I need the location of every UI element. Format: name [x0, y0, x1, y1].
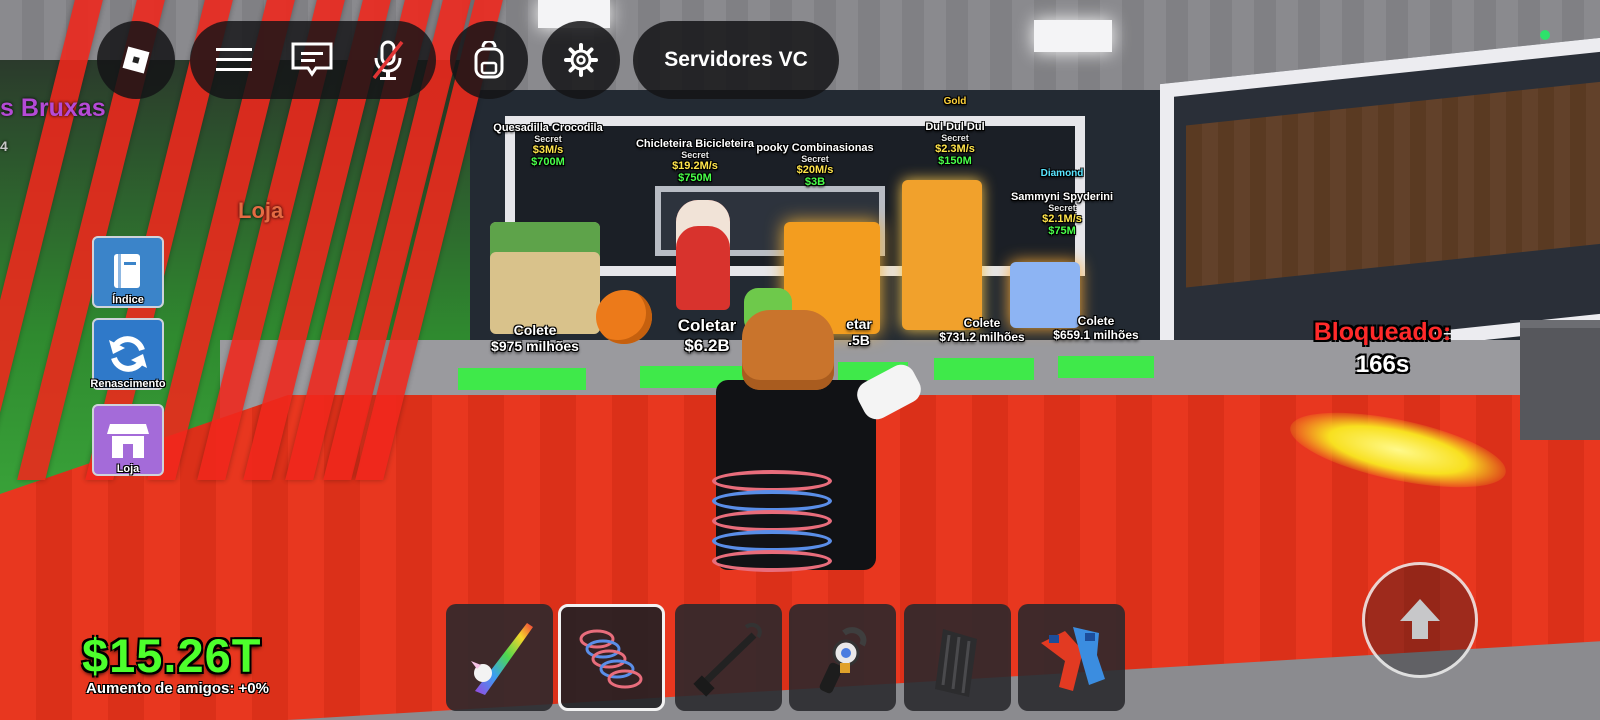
collect-pad[interactable] — [934, 358, 1034, 380]
collect-plate[interactable]: Colete $731.2 milhões — [922, 316, 1042, 344]
shop-label: Loja — [116, 463, 140, 475]
coil-ring — [712, 550, 832, 572]
jump-button[interactable] — [1362, 562, 1478, 678]
collect-plate[interactable]: Coletar $6.2B — [652, 316, 762, 356]
base-lock-timer: Bloqueado: 166s — [1313, 318, 1452, 378]
collect-pad[interactable] — [1058, 356, 1154, 378]
grapple-icon — [675, 604, 782, 711]
index-label: Índice — [112, 294, 144, 306]
coil-ring — [712, 510, 832, 532]
hotbar-slot-3[interactable] — [675, 604, 782, 711]
brainrot-figure[interactable] — [676, 200, 730, 310]
roblox-menu-button[interactable] — [97, 21, 175, 99]
brainrot-figure[interactable] — [902, 180, 982, 330]
brainrot-label: Gold Dul Dul Dul Secret $2.3M/s $150M — [925, 96, 985, 167]
brainrot-label: Diamond Sammyni Spyderini Secret $2.1M/s… — [1010, 168, 1114, 237]
hotbar-slot-1[interactable] — [446, 604, 553, 711]
backpack-button[interactable] — [450, 21, 528, 99]
collect-pad[interactable] — [458, 368, 586, 390]
settings-icon — [564, 43, 598, 77]
coil-ring — [712, 530, 832, 552]
swap-icon — [1018, 604, 1125, 711]
pumpkin — [596, 290, 652, 344]
coil-icon — [561, 607, 662, 708]
chat-icon[interactable] — [290, 40, 334, 80]
backpack-icon — [473, 41, 505, 79]
top-toolbar — [190, 21, 436, 99]
settings-button[interactable] — [542, 21, 620, 99]
ceiling-light — [1034, 20, 1112, 52]
shop-icon — [106, 420, 150, 460]
collect-plate[interactable]: etar .5B — [834, 316, 884, 348]
brainrot-label: Quesadilla Crocodila Secret $3M/s $700M — [493, 122, 603, 168]
mic-muted-icon[interactable] — [368, 38, 408, 82]
blaster-icon — [789, 604, 896, 711]
book-icon — [108, 250, 148, 294]
shop-sign: Loja — [238, 198, 284, 223]
coil-ring — [712, 490, 832, 512]
brainrot-label: Chicleteira Bicicleteira Secret $19.2M/s… — [635, 138, 754, 184]
hotbar-slot-2[interactable] — [558, 604, 665, 711]
hotbar-slot-4[interactable] — [789, 604, 896, 711]
cloak-icon — [904, 604, 1011, 711]
zone-title: s Bruxas — [0, 94, 106, 122]
voice-servers-button[interactable]: Servidores VC — [633, 21, 839, 99]
pedestal — [1520, 320, 1600, 440]
zone-subtitle: 4 — [0, 138, 8, 154]
connection-status-dot — [1540, 30, 1550, 40]
hotbar-slot-5[interactable] — [904, 604, 1011, 711]
roblox-logo-icon — [121, 45, 151, 75]
friend-boost-text: Aumento de amigos: +0% — [86, 680, 269, 697]
rebirth-label: Renascimento — [90, 378, 166, 390]
collect-plate[interactable]: Colete $659.1 milhões — [1036, 314, 1156, 342]
brainrot-label: pooky Combinasionas Secret $20M/s $3B — [756, 142, 874, 188]
rainbow-sword-icon — [446, 604, 553, 711]
cash-display: $15.26T — [82, 629, 262, 682]
refresh-icon — [106, 332, 150, 376]
hotbar-slot-6[interactable] — [1018, 604, 1125, 711]
brainrot-figure[interactable] — [490, 222, 600, 334]
coil-ring — [712, 470, 832, 492]
menu-icon[interactable] — [214, 40, 254, 80]
jump-arrow-icon — [1396, 597, 1444, 643]
collect-plate[interactable]: Colete $975 milhões — [470, 322, 600, 354]
